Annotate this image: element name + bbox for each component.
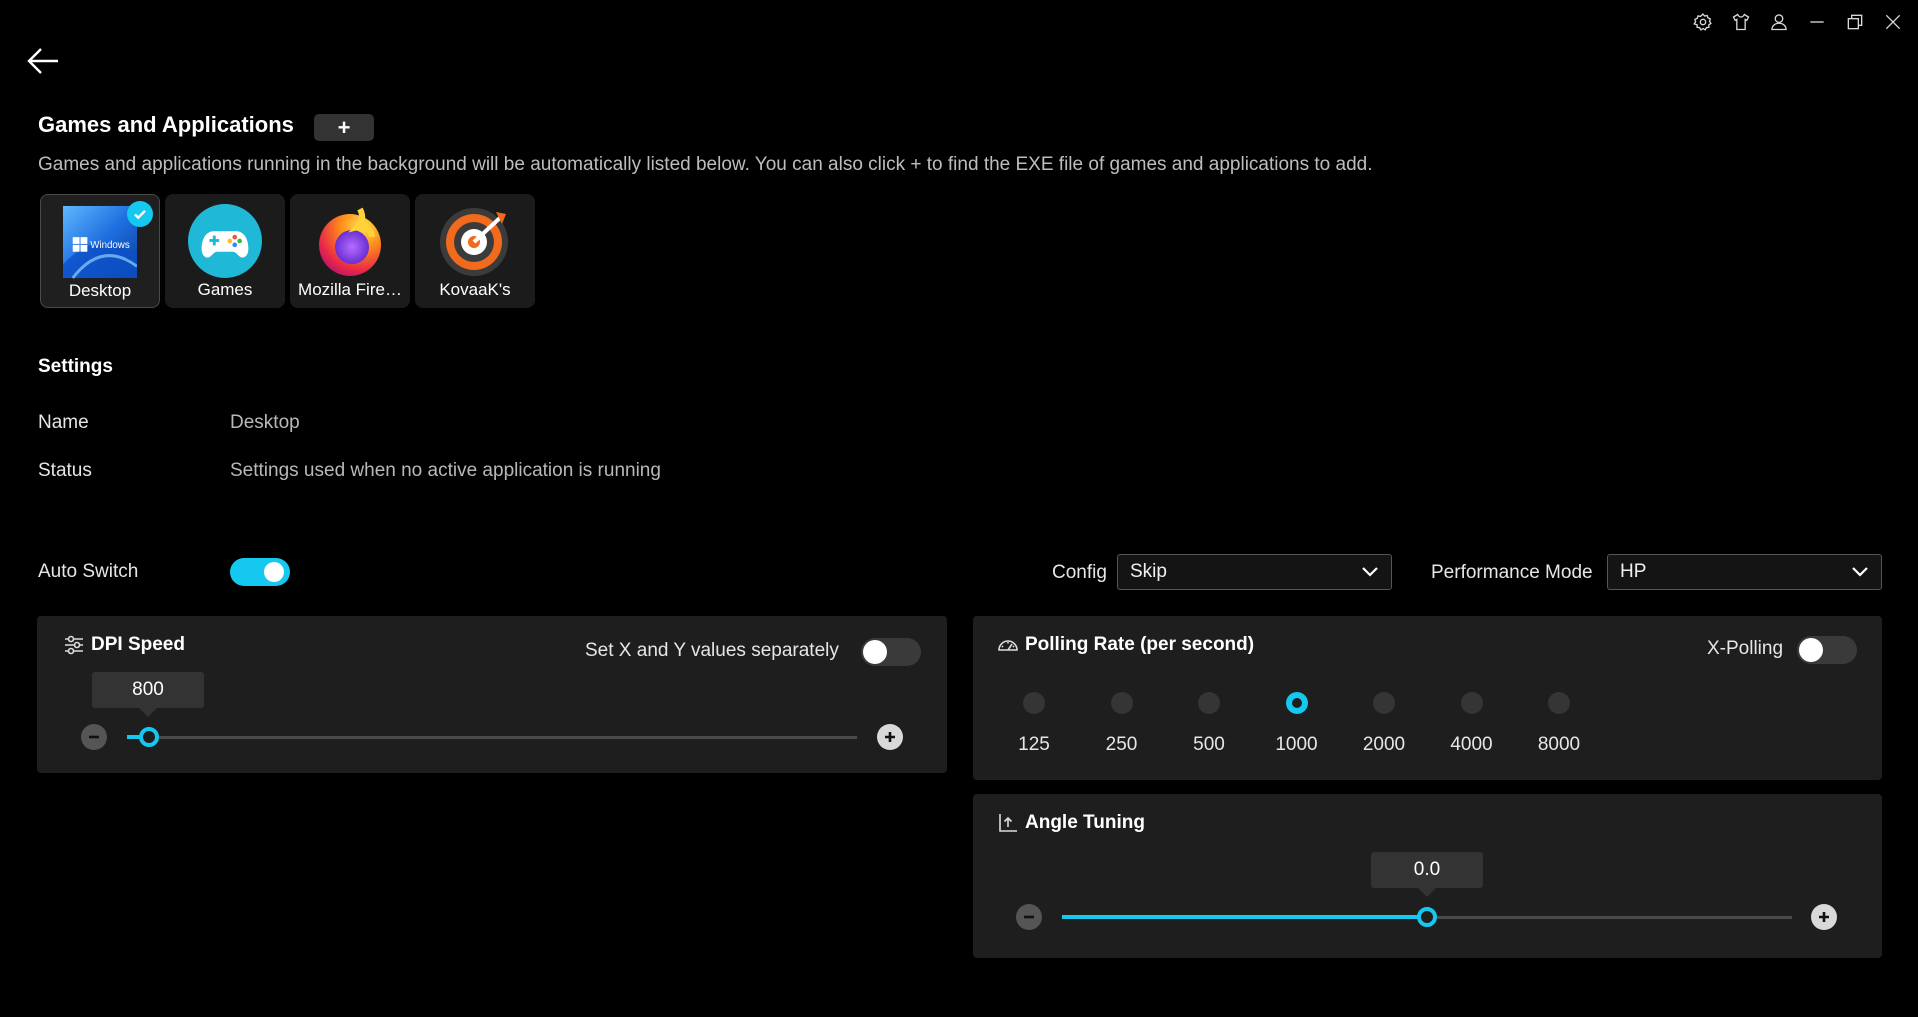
- angle-value-bubble: 0.0: [1371, 852, 1483, 897]
- separate-xy-label: Set X and Y values separately: [585, 640, 839, 661]
- polling-option-label: 4000: [1450, 734, 1493, 755]
- polling-rate-title-text: Polling Rate (per second): [1025, 634, 1255, 655]
- app-tile-desktop[interactable]: Windows Desktop: [40, 194, 160, 308]
- close-icon[interactable]: [1882, 8, 1904, 36]
- polling-option-125[interactable]: [1023, 692, 1045, 714]
- polling-option-label: 2000: [1362, 734, 1406, 755]
- app-tile-games[interactable]: Games: [165, 194, 285, 308]
- plus-icon: [1819, 912, 1829, 922]
- arrow-left-icon: [27, 48, 58, 74]
- dpi-slider-track[interactable]: [127, 736, 857, 739]
- name-label: Name: [38, 412, 89, 433]
- polling-option-250[interactable]: [1110, 692, 1133, 714]
- performance-mode-value: HP: [1620, 561, 1647, 582]
- polling-option-label: 8000: [1537, 734, 1581, 755]
- chevron-down-icon: [1852, 567, 1868, 577]
- dpi-slider-thumb[interactable]: [138, 727, 159, 747]
- dpi-decrease-button[interactable]: [81, 724, 107, 750]
- polling-option-label: 125: [1018, 734, 1050, 755]
- dpi-value-bubble: 800: [92, 672, 204, 717]
- polling-rate-title: Polling Rate (per second): [997, 634, 1254, 656]
- shirt-icon[interactable]: [1730, 8, 1752, 36]
- x-polling-label: X-Polling: [1707, 638, 1784, 659]
- firefox-icon: [313, 204, 387, 278]
- angle-tuning-title-text: Angle Tuning: [1025, 812, 1145, 833]
- app-list: Windows Desktop Games Mozilla Fire… Kova…: [40, 194, 535, 308]
- windows-logo-text: Windows: [90, 240, 130, 251]
- dpi-speed-panel: DPI Speed Set X and Y values separately …: [37, 616, 947, 773]
- auto-switch-label: Auto Switch: [38, 561, 139, 582]
- polling-rate-panel: Polling Rate (per second) X-Polling 125 2…: [973, 616, 1882, 780]
- add-application-button[interactable]: +: [314, 114, 374, 141]
- user-icon[interactable]: [1768, 8, 1790, 36]
- performance-mode-label: Performance Mode: [1431, 562, 1593, 583]
- app-tile-firefox[interactable]: Mozilla Fire…: [290, 194, 410, 308]
- status-label: Status: [38, 460, 92, 481]
- angle-slider-fill: [1062, 915, 1427, 919]
- gear-icon[interactable]: [1692, 8, 1714, 36]
- polling-option-4000[interactable]: [1460, 692, 1483, 714]
- windows-desktop-icon: Windows: [63, 205, 137, 279]
- settings-title: Settings: [38, 356, 113, 377]
- check-icon: [127, 201, 153, 227]
- app-tile-kovaaks[interactable]: KovaaK's: [415, 194, 535, 308]
- auto-switch-toggle[interactable]: [230, 558, 290, 586]
- name-value: Desktop: [230, 412, 300, 433]
- polling-option-label: 1000: [1275, 734, 1318, 755]
- config-select[interactable]: Skip: [1117, 554, 1392, 590]
- polling-option-label: 250: [1105, 734, 1138, 755]
- separate-xy-toggle[interactable]: [861, 638, 921, 666]
- performance-mode-select[interactable]: HP: [1607, 554, 1882, 590]
- restore-icon[interactable]: [1844, 8, 1866, 36]
- minus-icon: [89, 735, 99, 739]
- plus-icon: [885, 732, 895, 742]
- speedometer-icon: [998, 640, 1018, 651]
- chevron-down-icon: [1362, 567, 1378, 577]
- gamepad-icon: [188, 204, 262, 278]
- polling-option-1000[interactable]: [1285, 692, 1308, 714]
- minimize-icon[interactable]: [1806, 8, 1828, 36]
- minus-icon: [1024, 915, 1034, 919]
- app-label: Desktop: [68, 281, 132, 300]
- x-polling-toggle[interactable]: [1797, 636, 1857, 664]
- dpi-increase-button[interactable]: [877, 724, 903, 750]
- section-title: Games and Applications: [38, 112, 294, 137]
- back-button[interactable]: [26, 46, 62, 78]
- status-value: Settings used when no active application…: [230, 460, 661, 481]
- angle-icon: [999, 814, 1017, 832]
- kovaaks-target-icon: [438, 204, 512, 278]
- polling-option-500[interactable]: [1198, 692, 1220, 714]
- window-controls: [1692, 8, 1904, 36]
- section-description: Games and applications running in the ba…: [38, 154, 1373, 175]
- polling-option-8000[interactable]: [1548, 692, 1570, 714]
- app-label: KovaaK's: [439, 280, 511, 299]
- config-label: Config: [1052, 562, 1107, 583]
- sliders-icon: [65, 635, 83, 655]
- config-value: Skip: [1130, 561, 1167, 582]
- polling-option-label: 500: [1193, 734, 1225, 755]
- angle-tuning-title: Angle Tuning: [997, 812, 1145, 834]
- dpi-speed-title: DPI Speed: [63, 634, 185, 656]
- polling-option-2000[interactable]: [1373, 692, 1395, 714]
- app-label: Games: [197, 280, 253, 299]
- angle-tuning-panel: Angle Tuning 0.0: [973, 794, 1882, 958]
- dpi-speed-title-text: DPI Speed: [91, 634, 185, 655]
- angle-increase-button[interactable]: [1811, 904, 1837, 930]
- app-label: Mozilla Fire…: [298, 280, 402, 299]
- angle-decrease-button[interactable]: [1016, 904, 1042, 930]
- angle-slider-thumb[interactable]: [1417, 907, 1437, 927]
